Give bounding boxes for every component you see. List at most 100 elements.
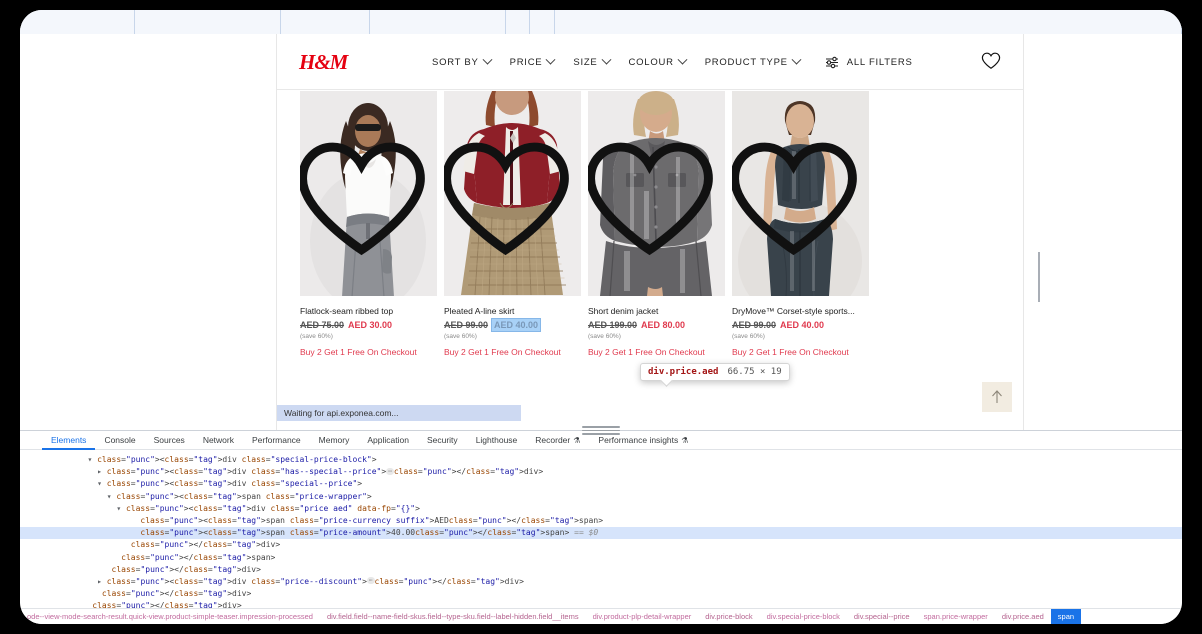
breadcrumb-item[interactable]: span: [1050, 609, 1082, 624]
filter-product-type[interactable]: PRODUCT TYPE: [704, 54, 802, 68]
flask-icon: ⚗: [681, 435, 689, 445]
promo-label[interactable]: Buy 2 Get 1 Free On Checkout: [300, 347, 437, 357]
tab-console[interactable]: Console: [95, 431, 144, 450]
heart-icon: [732, 142, 857, 256]
tab-elements[interactable]: Elements: [42, 431, 95, 450]
browser-tab[interactable]: [20, 10, 135, 34]
tab-memory[interactable]: Memory: [310, 431, 359, 450]
breadcrumb-item[interactable]: div.product-plp-detail-wrapper: [586, 609, 699, 624]
wishlist-icon-button[interactable]: [444, 98, 574, 296]
tab-label: Security: [426, 435, 458, 445]
hm-logo[interactable]: H&M: [299, 50, 348, 75]
filter-sort-by[interactable]: SORT BY: [432, 54, 493, 68]
product-card[interactable]: DryMove™ Corset-style sports... AED 99.0…: [732, 91, 869, 357]
product-name[interactable]: DryMove™ Corset-style sports...: [732, 306, 869, 317]
breadcrumb-item[interactable]: div.special--price: [847, 609, 917, 624]
browser-tab-strip[interactable]: [20, 10, 1182, 34]
dom-node-line[interactable]: ▸ class="punc"><class="tag">div class="h…: [20, 466, 1182, 478]
browser-tab[interactable]: [530, 10, 555, 34]
dom-node-line[interactable]: ▾ class="punc"><class="tag">div class="s…: [20, 478, 1182, 490]
tab-label: Recorder: [535, 435, 571, 445]
dom-node-line[interactable]: class="punc"></class="tag">div>: [20, 564, 1182, 576]
tab-recorder[interactable]: Recorder ⚗: [526, 431, 589, 450]
sliders-icon: [825, 56, 838, 68]
product-name[interactable]: Short denim jacket: [588, 306, 725, 317]
tab-security[interactable]: Security: [418, 431, 467, 450]
dom-node-line[interactable]: ▾ class="punc"><class="tag">span class="…: [20, 491, 1182, 503]
tab-label: Lighthouse: [475, 435, 518, 445]
breadcrumb-item[interactable]: ode--view-mode-search-result.quick-view.…: [20, 609, 320, 624]
product-image[interactable]: [300, 91, 437, 296]
save-badge: (save 60%): [300, 332, 333, 340]
promo-label[interactable]: Buy 2 Get 1 Free On Checkout: [444, 347, 581, 357]
save-badge: (save 60%): [732, 332, 765, 340]
dom-tree[interactable]: ▾ class="punc"><class="tag">div class="s…: [20, 451, 1182, 608]
price-original: AED 199.00: [588, 319, 638, 330]
tab-lighthouse[interactable]: Lighthouse: [467, 431, 527, 450]
dom-node-line[interactable]: class="punc"><class="tag">span class="pr…: [20, 527, 1182, 540]
chevron-down-icon: [482, 54, 493, 65]
breadcrumb-item[interactable]: div.price.aed: [995, 609, 1051, 624]
dom-node-line[interactable]: class="punc"></class="tag">div>: [20, 539, 1182, 551]
product-image[interactable]: [732, 91, 869, 296]
save-badge: (save 60%): [588, 332, 621, 340]
price-row: AED 99.00 AED 40.00: [444, 317, 581, 332]
filter-colour[interactable]: COLOUR: [628, 54, 688, 68]
heart-icon: [444, 142, 569, 256]
filter-size[interactable]: SIZE: [573, 54, 611, 68]
scroll-to-top-button[interactable]: [982, 382, 1012, 412]
browser-tab[interactable]: [555, 10, 1182, 34]
dom-node-line[interactable]: class="punc"></class="tag">span>: [20, 552, 1182, 564]
browser-tab[interactable]: [281, 10, 370, 34]
tab-label: Sources: [153, 435, 185, 445]
dom-breadcrumb[interactable]: ode--view-mode-search-result.quick-view.…: [20, 608, 1182, 624]
tab-performance[interactable]: Performance: [243, 431, 310, 450]
wishlist-icon-button[interactable]: [588, 98, 718, 296]
product-name[interactable]: Pleated A-line skirt: [444, 306, 581, 317]
dom-node-line[interactable]: class="punc"></class="tag">div>: [20, 600, 1182, 608]
chevron-down-icon: [601, 54, 611, 65]
tab-network[interactable]: Network: [194, 431, 243, 450]
breadcrumb-item[interactable]: span.price-wrapper: [917, 609, 995, 624]
product-image[interactable]: [588, 91, 725, 296]
browser-tab[interactable]: [135, 10, 281, 34]
page-viewport: H&M SORT BY PRICE SIZE COLOUR PRODUCT TY…: [20, 34, 1182, 430]
product-name[interactable]: Flatlock-seam ribbed top: [300, 306, 437, 317]
browser-tab[interactable]: [506, 10, 530, 34]
price-current-inspected[interactable]: AED 40.00: [491, 317, 542, 332]
inspector-selector: div.price.aed: [648, 367, 719, 377]
breadcrumb-item[interactable]: div.special-price-block: [760, 609, 847, 624]
heart-icon: [588, 142, 713, 256]
flask-icon: ⚗: [573, 435, 581, 445]
wishlist-icon-button[interactable]: [732, 98, 862, 296]
tab-label: Memory: [318, 435, 350, 445]
product-image[interactable]: [444, 91, 581, 296]
tab-application[interactable]: Application: [358, 431, 418, 450]
browser-tab[interactable]: [370, 10, 506, 34]
product-card[interactable]: Flatlock-seam ribbed top AED 75.00 AED 30…: [300, 91, 437, 357]
wishlist-button[interactable]: [981, 52, 1001, 75]
all-filters-button[interactable]: ALL FILTERS: [825, 56, 913, 69]
wishlist-icon-button[interactable]: [300, 98, 430, 296]
tab-sources[interactable]: Sources: [145, 431, 194, 450]
price-row: AED 199.00 AED 80.00: [588, 320, 725, 330]
filter-label: PRODUCT TYPE: [704, 56, 788, 68]
product-card[interactable]: Pleated A-line skirt AED 99.00 AED 40.00 …: [444, 91, 581, 357]
tab-label: Elements: [51, 435, 87, 445]
viewport-resize-handle-horizontal[interactable]: [1038, 252, 1044, 302]
dom-node-line[interactable]: class="punc"><class="tag">span class="pr…: [20, 515, 1182, 527]
price-original: AED 99.00: [732, 319, 777, 330]
promo-label[interactable]: Buy 2 Get 1 Free On Checkout: [732, 347, 869, 357]
filter-label: COLOUR: [628, 56, 674, 68]
promo-label[interactable]: Buy 2 Get 1 Free On Checkout: [588, 347, 725, 357]
devtools-resize-handle[interactable]: [582, 426, 620, 435]
price-row: AED 99.00 AED 40.00: [732, 320, 869, 330]
dom-node-line[interactable]: ▸ class="punc"><class="tag">div class="p…: [20, 576, 1182, 588]
dom-node-line[interactable]: class="punc"></class="tag">div>: [20, 588, 1182, 600]
product-card[interactable]: Short denim jacket AED 199.00 AED 80.00 (…: [588, 91, 725, 357]
dom-node-line[interactable]: ▾ class="punc"><class="tag">div class="s…: [20, 454, 1182, 466]
breadcrumb-item[interactable]: div.field.field--name-field-skus.field--…: [320, 609, 586, 624]
filter-price[interactable]: PRICE: [510, 54, 556, 68]
breadcrumb-item[interactable]: div.price-block: [698, 609, 759, 624]
dom-node-line[interactable]: ▾ class="punc"><class="tag">div class="p…: [20, 503, 1182, 515]
